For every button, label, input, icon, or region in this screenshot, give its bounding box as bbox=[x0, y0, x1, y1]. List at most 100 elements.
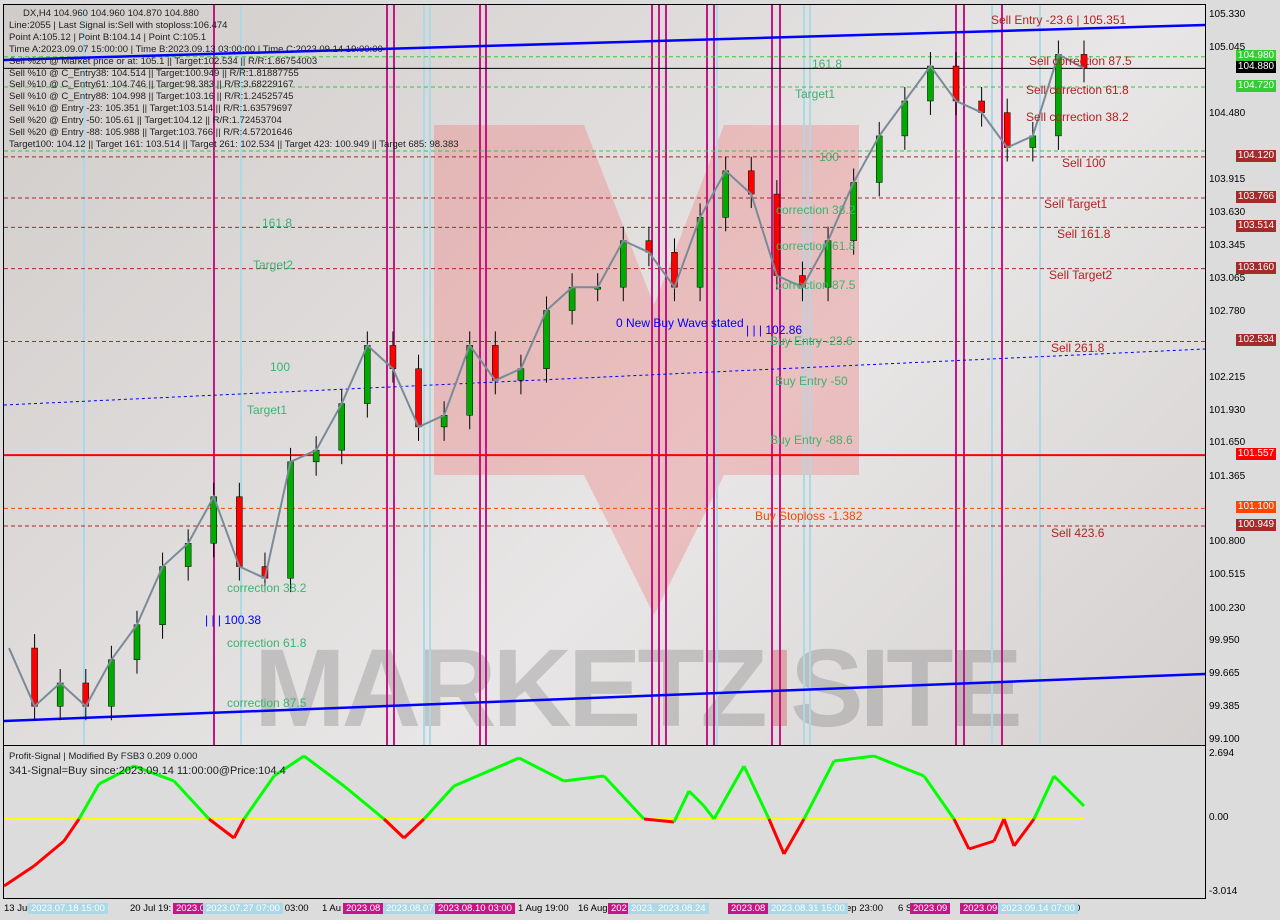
oscillator-segment bbox=[208, 817, 235, 840]
y-tick: 102.780 bbox=[1209, 305, 1246, 317]
x-tick: ep 23:00 bbox=[846, 903, 883, 914]
candle bbox=[415, 368, 422, 428]
oscillator-segment bbox=[922, 775, 956, 820]
oscillator-segment bbox=[77, 783, 101, 820]
x-tick: 20 Jul 19: bbox=[130, 903, 172, 914]
oscillator-segment bbox=[343, 784, 385, 821]
oscillator-segment bbox=[1052, 774, 1086, 808]
chart-label: Sell 261.8 bbox=[1051, 341, 1105, 355]
chart-label: 100 bbox=[270, 360, 291, 374]
info-line: Sell %10 @ C_Entry38: 104.514 || Target:… bbox=[9, 67, 299, 79]
price-tag: 103.514 bbox=[1236, 220, 1276, 233]
oscillator-segment bbox=[33, 839, 65, 868]
info-line: Sell %20 @ Entry -88: 105.988 || Target:… bbox=[9, 127, 293, 139]
x-highlight: 2023.08.31 15:00 bbox=[768, 903, 848, 914]
price-chart[interactable]: MARKETZISITE DX,H4 104.960 104.960 104.8… bbox=[3, 4, 1206, 746]
x-highlight: 202 bbox=[608, 903, 630, 914]
price-tag: 101.100 bbox=[1236, 501, 1276, 514]
price-tag: 104.880 bbox=[1236, 61, 1276, 74]
indicator-tick: 2.694 bbox=[1209, 748, 1235, 759]
indicator-panel[interactable]: Profit-Signal | Modified By FSB3 0.209 0… bbox=[3, 745, 1206, 899]
x-highlight: 2023.08.10 03:00 bbox=[435, 903, 515, 914]
candle bbox=[466, 345, 473, 416]
chart-label: Sell 100 bbox=[1062, 156, 1106, 170]
y-tick: 101.930 bbox=[1209, 404, 1246, 416]
price-tag: 104.120 bbox=[1236, 149, 1276, 162]
price-tag: 104.720 bbox=[1236, 80, 1276, 92]
chart-label: 161.8 bbox=[262, 216, 293, 230]
chart-label: Target1 bbox=[795, 87, 836, 101]
y-tick: 99.385 bbox=[1209, 700, 1240, 712]
oscillator-segment bbox=[968, 839, 995, 851]
chart-label: Sell Target2 bbox=[1049, 268, 1113, 282]
x-highlight: 2023.08.07 bbox=[383, 903, 437, 914]
x-highlight: 2023.07.27 07:00 bbox=[203, 903, 283, 914]
chart-label: correction 38.2 bbox=[227, 581, 307, 595]
oscillator-segment bbox=[402, 817, 426, 840]
oscillator-segment bbox=[802, 760, 836, 820]
x-tick: l 03:00 bbox=[280, 903, 309, 914]
candle bbox=[108, 659, 115, 707]
oscillator-segment bbox=[422, 784, 456, 821]
x-highlight: 2023.08.24 bbox=[655, 903, 709, 914]
chart-label: 100 bbox=[819, 150, 840, 164]
y-tick: 100.515 bbox=[1209, 569, 1246, 581]
candle bbox=[952, 65, 960, 102]
candle bbox=[620, 240, 627, 288]
oscillator-segment bbox=[1002, 818, 1016, 847]
symbol-line: DX,H4 104.960 104.960 104.870 104.880 bbox=[23, 8, 199, 19]
y-tick: 103.345 bbox=[1209, 240, 1246, 252]
chart-label: Sell correction 87.5 bbox=[1029, 54, 1132, 68]
x-highlight: 2023.09.14 07:00 bbox=[998, 903, 1078, 914]
candle bbox=[492, 345, 499, 381]
x-tick: 1 Au bbox=[322, 903, 342, 914]
x-highlight: 2023.08 bbox=[728, 903, 769, 914]
chart-label: Buy Entry -23.6 bbox=[770, 334, 853, 348]
y-tick: 102.215 bbox=[1209, 371, 1246, 383]
x-highlight: 2023.08 bbox=[343, 903, 384, 914]
oscillator-segment bbox=[767, 818, 786, 855]
candle bbox=[1003, 112, 1011, 148]
chart-label: Buy Entry -88.6 bbox=[770, 433, 853, 447]
oscillator-segment bbox=[687, 789, 706, 808]
oscillator-segment bbox=[1032, 775, 1056, 820]
oscillator-segment bbox=[952, 818, 971, 850]
y-tick: 105.330 bbox=[1209, 9, 1246, 20]
indicator-tick: 0.00 bbox=[1209, 812, 1229, 823]
chart-label: 0 New Buy Wave stated bbox=[616, 316, 744, 330]
oscillator-segment bbox=[1012, 818, 1036, 847]
candle bbox=[56, 682, 64, 707]
candle bbox=[568, 286, 576, 311]
y-tick: 104.480 bbox=[1209, 107, 1246, 119]
candle bbox=[184, 543, 192, 567]
candle bbox=[543, 310, 550, 369]
oscillator-segment bbox=[382, 817, 406, 840]
candle bbox=[696, 217, 704, 288]
chart-label: Buy Entry -50 bbox=[775, 374, 848, 388]
y-tick: 99.100 bbox=[1209, 734, 1240, 746]
candle bbox=[927, 65, 934, 102]
chart-label: Sell correction 38.2 bbox=[1026, 110, 1129, 124]
y-tick: 100.800 bbox=[1209, 536, 1246, 548]
y-tick: 103.915 bbox=[1209, 173, 1246, 185]
chart-label: Buy Stoploss -1.382 bbox=[755, 509, 863, 523]
chart-label: Sell 161.8 bbox=[1057, 227, 1111, 241]
oscillator-segment bbox=[62, 818, 81, 842]
chart-label: 161.8 bbox=[812, 57, 843, 71]
indicator-signal: 341-Signal=Buy since:2023.09.14 11:00:00… bbox=[9, 765, 286, 777]
oscillator-segment bbox=[672, 790, 691, 823]
candle bbox=[389, 345, 397, 369]
oscillator-segment bbox=[453, 756, 520, 788]
info-line: Point A:105.12 | Point B:104.14 | Point … bbox=[9, 31, 207, 43]
info-line: Line:2055 | Last Signal is:Sell with sto… bbox=[9, 19, 228, 31]
candle bbox=[133, 624, 141, 660]
info-line: Target100: 104.12 || Target 161: 103.514… bbox=[9, 138, 459, 150]
trendline-lower bbox=[4, 672, 1205, 723]
info-line: Sell %10 @ C_Entry61: 104.746 || Target:… bbox=[9, 79, 294, 91]
chart-label: correction 38.2 bbox=[776, 203, 856, 217]
candle bbox=[236, 496, 243, 567]
chart-label: correction 61.8 bbox=[776, 239, 856, 253]
info-line: Sell %10 @ C_Entry88: 104.998 || Target:… bbox=[9, 91, 294, 103]
y-tick: 99.665 bbox=[1209, 668, 1240, 680]
info-panel: DX,H4 104.960 104.960 104.870 104.880 Li… bbox=[9, 8, 459, 151]
